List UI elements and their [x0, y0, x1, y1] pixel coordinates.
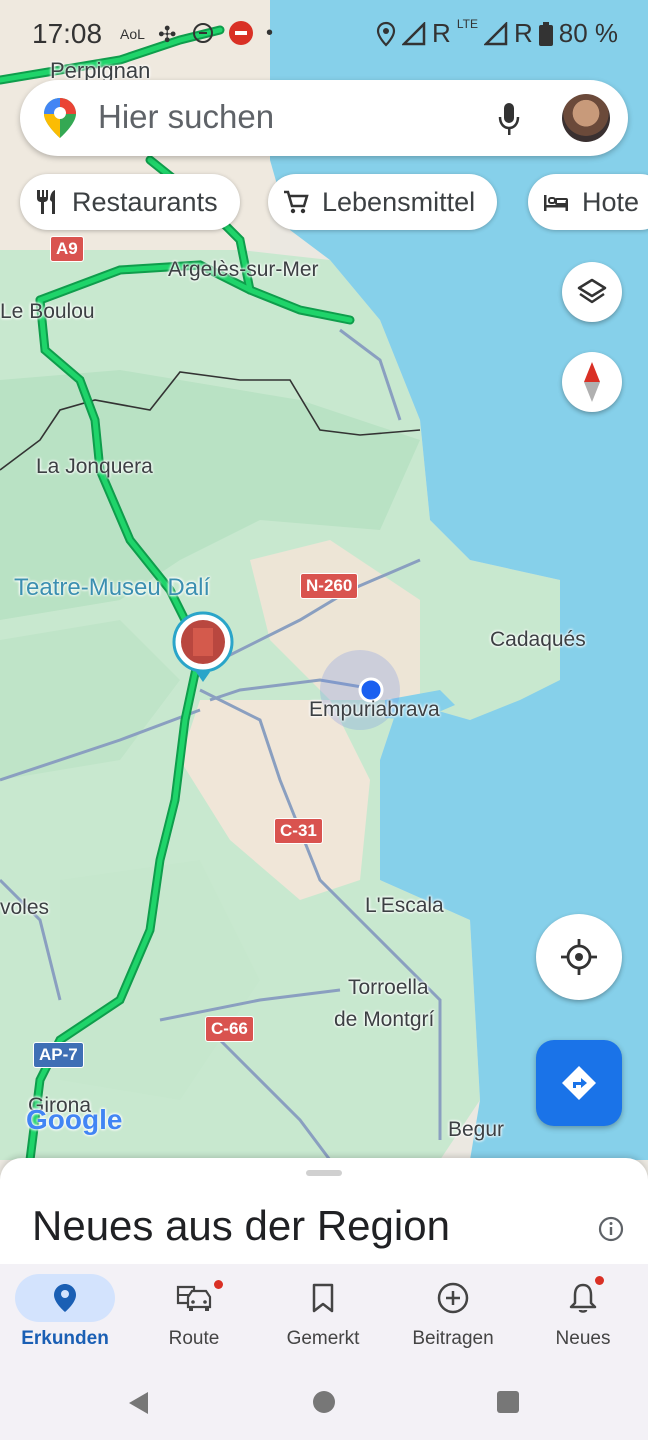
- bed-icon: [544, 195, 568, 211]
- fan-icon: ✣: [158, 22, 177, 47]
- map-label-teatre-museu-dali[interactable]: Teatre-Museu Dalí: [14, 574, 210, 602]
- home-icon[interactable]: [312, 1390, 336, 1414]
- lte-label: LTE: [456, 16, 478, 31]
- chip-label: Hote: [582, 186, 640, 217]
- road-shield-c66: C-66: [205, 1016, 254, 1042]
- map-label-cadaques[interactable]: Cadaqués: [490, 628, 586, 652]
- road-shield-n260: N-260: [300, 573, 359, 599]
- nav-icon-container: [144, 1274, 244, 1322]
- compass-button[interactable]: [562, 352, 622, 412]
- map-label-la-jonquera[interactable]: La Jonquera: [36, 455, 153, 479]
- route-badge: [214, 1280, 223, 1289]
- map-label-de-montgri[interactable]: de Montgrí: [334, 1008, 434, 1032]
- nav-contribute[interactable]: Beitragen: [388, 1264, 518, 1360]
- nav-route[interactable]: Route: [129, 1264, 259, 1360]
- directions-arrow-icon: [562, 1066, 596, 1100]
- nav-icon-container: [533, 1274, 633, 1322]
- commute-car-icon: [176, 1285, 212, 1311]
- nav-label: Neues: [555, 1328, 611, 1349]
- status-time: 17:08: [32, 18, 103, 49]
- map-label-lescala[interactable]: L'Escala: [365, 894, 444, 918]
- recents-icon[interactable]: [496, 1390, 520, 1414]
- updates-badge: [595, 1276, 604, 1285]
- battery-percent: 80 %: [558, 18, 618, 48]
- vpn-icon: [192, 22, 214, 49]
- chip-label: Lebensmittel: [322, 186, 476, 217]
- roaming-2: R: [513, 18, 533, 48]
- map-label-begur[interactable]: Begur: [448, 1118, 504, 1142]
- shopping-cart-icon: [284, 190, 309, 214]
- nav-icon-container: [273, 1274, 373, 1322]
- search-bar[interactable]: Hier suchen: [20, 80, 628, 156]
- location-icon: [376, 21, 396, 47]
- search-input[interactable]: Hier suchen: [98, 98, 274, 136]
- roaming-1: R: [432, 18, 451, 48]
- road-shield-a9: A9: [50, 236, 84, 262]
- chip-lebensmittel[interactable]: Lebensmittel: [268, 174, 498, 230]
- chip-hotels[interactable]: Hote: [528, 174, 648, 230]
- nav-label: Erkunden: [21, 1328, 109, 1349]
- signal-icon-1: [402, 21, 426, 45]
- my-location-button[interactable]: [536, 914, 622, 1000]
- more-notifications-icon: •: [266, 22, 274, 44]
- google-logo: Google: [26, 1104, 123, 1135]
- nav-explore[interactable]: Erkunden: [0, 1264, 130, 1360]
- map-label-empuriabrava[interactable]: Empuriabrava: [309, 698, 440, 722]
- status-bar: 17:08 AoL ✣ • R LTE R 80 %: [0, 0, 648, 64]
- nav-label: Route: [168, 1328, 220, 1349]
- nav-icon-container: [403, 1274, 503, 1322]
- compass-icon: [584, 362, 600, 402]
- bottom-navigation: Erkunden Route Gemerkt Beitragen Neues: [0, 1264, 648, 1360]
- map-label-argeles[interactable]: Argelès-sur-Mer: [168, 258, 319, 282]
- back-icon[interactable]: [126, 1390, 152, 1416]
- layers-icon: [577, 278, 607, 304]
- status-notification-label: AoL: [120, 26, 145, 42]
- nav-label: Beitragen: [412, 1328, 494, 1349]
- status-right: R LTE R 80 %: [376, 16, 618, 49]
- signal-icon-2: [483, 21, 508, 45]
- app-badge-icon: [228, 20, 254, 51]
- directions-button[interactable]: [536, 1040, 622, 1126]
- info-icon[interactable]: [598, 1216, 624, 1242]
- sheet-title: Neues aus der Region: [32, 1202, 450, 1249]
- category-chips: Restaurants Lebensmittel Hote: [0, 174, 648, 230]
- chip-restaurants[interactable]: Restaurants: [20, 174, 240, 230]
- sheet-drag-handle[interactable]: [306, 1170, 342, 1176]
- add-circle-icon: [437, 1282, 469, 1314]
- chip-label: Restaurants: [72, 186, 218, 217]
- nav-updates[interactable]: Neues: [518, 1264, 648, 1360]
- battery-icon: [538, 21, 553, 46]
- nav-saved[interactable]: Gemerkt: [258, 1264, 388, 1360]
- nav-label: Gemerkt: [286, 1328, 360, 1349]
- bottom-sheet[interactable]: Neues aus der Region: [0, 1158, 648, 1268]
- road-shield-c31: C-31: [274, 818, 323, 844]
- avatar[interactable]: [562, 94, 610, 142]
- road-shield-ap7: AP-7: [33, 1042, 84, 1068]
- explore-pin-icon: [54, 1284, 76, 1312]
- layers-button[interactable]: [562, 262, 622, 322]
- map-label-le-boulou[interactable]: Le Boulou: [0, 300, 95, 324]
- map-label-voles[interactable]: voles: [0, 896, 49, 920]
- bookmark-icon: [312, 1283, 334, 1313]
- microphone-icon[interactable]: [498, 102, 520, 136]
- crosshair-location-icon: [561, 939, 597, 975]
- google-maps-logo-icon: [44, 98, 76, 138]
- system-navigation-bar: [0, 1360, 648, 1440]
- map-label-torroella[interactable]: Torroella: [348, 976, 429, 1000]
- bell-icon: [569, 1283, 597, 1313]
- fork-knife-icon: [37, 190, 55, 214]
- nav-icon-container: [15, 1274, 115, 1322]
